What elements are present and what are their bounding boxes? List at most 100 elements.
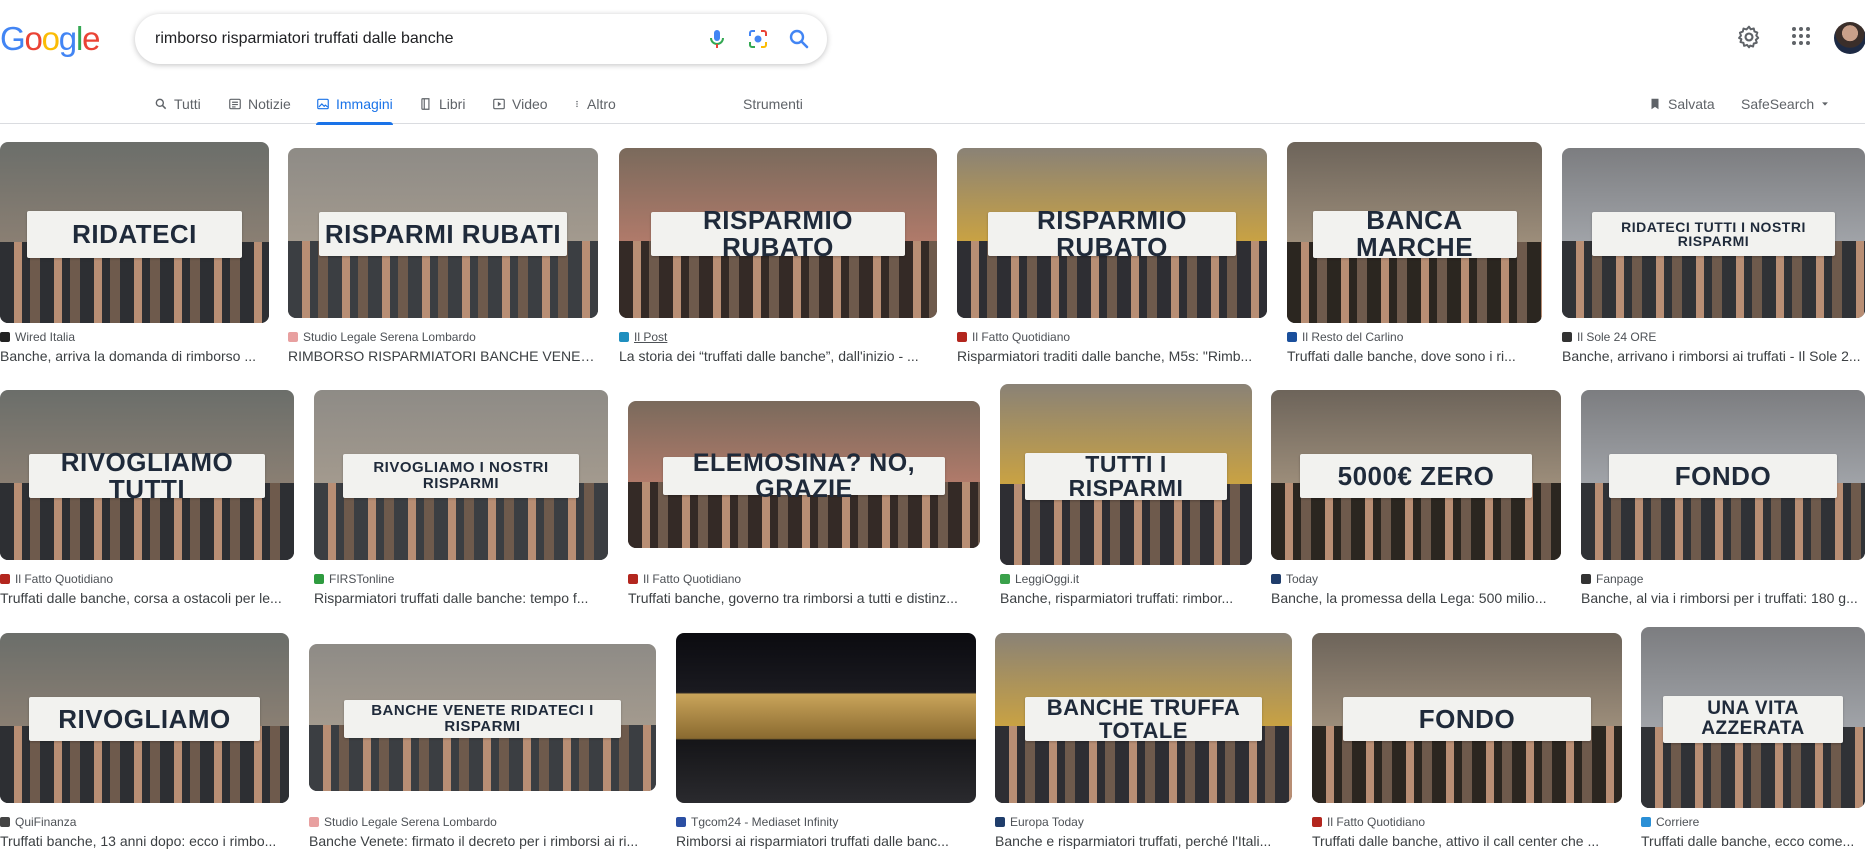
result-title-link[interactable]: Truffati dalle banche, attivo il call ce…: [1312, 833, 1622, 849]
result-title-link[interactable]: Banche e risparmiatori truffati, perché …: [995, 833, 1292, 849]
lens-camera-icon[interactable]: [746, 27, 770, 51]
protest-banner: BANCHE VENETE RIDATECI I RISPARMI: [343, 699, 622, 739]
result-thumbnail-image[interactable]: RIVOGLIAMO I NOSTRI RISPARMI: [314, 389, 608, 560]
result-thumbnail-image[interactable]: FONDO: [1312, 632, 1622, 803]
result-thumbnail-image[interactable]: RIDATECI TUTTI I NOSTRI RISPARMI: [1562, 147, 1865, 318]
source-name: Tgcom24 - Mediaset Infinity: [691, 815, 839, 829]
source-name: Fanpage: [1596, 572, 1644, 586]
result-thumbnail-image[interactable]: BANCHE TRUFFA TOTALE: [995, 632, 1292, 803]
tab-tutti[interactable]: Tutti: [154, 84, 201, 124]
result-title-link[interactable]: Truffati banche, governo tra rimborsi a …: [628, 590, 980, 606]
result-thumbnail-image[interactable]: UNA VITA AZZERATA: [1641, 627, 1865, 808]
source-name: QuiFinanza: [15, 815, 77, 829]
result-source[interactable]: Il Post: [619, 330, 667, 344]
protest-banner: FONDO: [1343, 697, 1591, 742]
tab-label: Immagini: [336, 96, 393, 112]
result-thumbnail-image[interactable]: BANCHE VENETE RIDATECI I RISPARMI: [309, 644, 656, 791]
result-thumbnail-image[interactable]: RISPARMI RUBATI: [288, 147, 598, 318]
source-name: Il Fatto Quotidiano: [972, 330, 1071, 344]
result-thumbnail-image[interactable]: 5000€ ZERO: [1271, 389, 1561, 560]
result-source[interactable]: Wired Italia: [0, 330, 75, 344]
result-source[interactable]: LeggiOggi.it: [1000, 572, 1079, 586]
tab-video[interactable]: Video: [492, 84, 548, 124]
result-title-link[interactable]: Rimborsi ai risparmiatori truffati dalle…: [676, 833, 976, 849]
safesearch-button[interactable]: SafeSearch: [1741, 84, 1830, 124]
result-title-link[interactable]: Truffati banche, 13 anni dopo: ecco i ri…: [0, 833, 289, 849]
result-title-link[interactable]: Risparmiatori traditi dalle banche, M5s:…: [957, 348, 1267, 364]
microphone-icon[interactable]: [705, 27, 729, 51]
site-favicon-icon: [1287, 332, 1297, 342]
result-title-link[interactable]: Banche, al via i rimborsi per i truffati…: [1581, 590, 1863, 606]
result-thumbnail-image[interactable]: [676, 632, 976, 803]
result-thumbnail-image[interactable]: TUTTI I RISPARMI: [1000, 384, 1252, 565]
apps-grid-icon[interactable]: [1789, 24, 1819, 54]
site-favicon-icon: [1581, 574, 1591, 584]
result-title-link[interactable]: Banche Venete: firmato il decreto per i …: [309, 833, 656, 849]
bookmark-icon: [1651, 98, 1659, 110]
result-source[interactable]: Il Resto del Carlino: [1287, 330, 1403, 344]
result-thumbnail-image[interactable]: FONDO: [1581, 389, 1865, 560]
play-icon: [493, 98, 505, 110]
site-favicon-icon: [0, 817, 10, 827]
result-source[interactable]: Il Fatto Quotidiano: [628, 572, 741, 586]
result-source[interactable]: Il Sole 24 ORE: [1562, 330, 1656, 344]
tab-notizie[interactable]: Notizie: [228, 84, 291, 124]
protest-banner: RIVOGLIAMO: [28, 697, 261, 742]
result-title-link[interactable]: Banche, arrivano i rimborsi ai truffati …: [1562, 348, 1863, 364]
result-title-link[interactable]: Banche, arriva la domanda di rimborso ..…: [0, 348, 269, 364]
result-title-link[interactable]: Banche, risparmiatori truffati: rimbor..…: [1000, 590, 1252, 606]
result-thumbnail-image[interactable]: RISPARMIO RUBATO: [957, 147, 1267, 318]
result-source[interactable]: Tgcom24 - Mediaset Infinity: [676, 815, 838, 829]
source-name: Wired Italia: [15, 330, 76, 344]
image-icon: [317, 98, 329, 110]
result-title-link[interactable]: Truffati dalle banche, ecco come...: [1641, 833, 1863, 849]
protest-banner: ELEMOSINA? NO, GRAZIE: [663, 450, 945, 502]
source-name: Europa Today: [1010, 815, 1084, 829]
result-source[interactable]: Fanpage: [1581, 572, 1643, 586]
result-thumbnail-image[interactable]: RIDATECI: [0, 142, 269, 323]
tab-altro[interactable]: Altro: [573, 84, 616, 124]
source-name: Il Fatto Quotidiano: [15, 572, 114, 586]
tab-libri[interactable]: Libri: [419, 84, 465, 124]
google-logo[interactable]: Google: [0, 20, 100, 58]
result-source[interactable]: Corriere: [1641, 815, 1699, 829]
tab-immagini[interactable]: Immagini: [316, 84, 393, 125]
result-title-link[interactable]: Truffati dalle banche, corsa a ostacoli …: [0, 590, 294, 606]
site-favicon-icon: [1312, 817, 1322, 827]
result-source[interactable]: FIRSTonline: [314, 572, 394, 586]
result-thumbnail-image[interactable]: BANCA MARCHE: [1287, 142, 1542, 323]
result-source[interactable]: QuiFinanza: [0, 815, 76, 829]
settings-gear-icon[interactable]: [1736, 24, 1766, 54]
more-vert-icon: [576, 100, 578, 108]
result-title-link[interactable]: Banche, la promessa della Lega: 500 mili…: [1271, 590, 1561, 606]
safesearch-label: SafeSearch: [1741, 96, 1815, 112]
result-source[interactable]: Il Fatto Quotidiano: [0, 572, 113, 586]
site-favicon-icon: [628, 574, 638, 584]
result-source[interactable]: Il Fatto Quotidiano: [1312, 815, 1425, 829]
result-source[interactable]: Studio Legale Serena Lombardo: [288, 330, 476, 344]
result-title-link[interactable]: Truffati dalle banche, dove sono i ri...: [1287, 348, 1542, 364]
result-title-link[interactable]: RIMBORSO RISPARMIATORI BANCHE VENET...: [288, 348, 598, 364]
tools-button[interactable]: Strumenti: [743, 84, 803, 124]
result-title-link[interactable]: La storia dei “truffati dalle banche”, d…: [619, 348, 937, 364]
source-name: Il Post: [634, 330, 668, 344]
result-thumbnail-image[interactable]: ELEMOSINA? NO, GRAZIE: [628, 401, 980, 548]
account-avatar[interactable]: [1834, 22, 1865, 54]
site-favicon-icon: [957, 332, 967, 342]
search-tabs: Tutti Notizie Immagini Libri Video Altro…: [0, 84, 1865, 125]
protest-banner: UNA VITA AZZERATA: [1663, 695, 1843, 743]
result-thumbnail-image[interactable]: RISPARMIO RUBATO: [619, 147, 937, 318]
result-thumbnail-image[interactable]: RIVOGLIAMO TUTTI: [0, 389, 294, 560]
saved-button[interactable]: Salvata: [1648, 84, 1715, 124]
result-source[interactable]: Today: [1271, 572, 1318, 586]
protest-banner: BANCA MARCHE: [1312, 206, 1517, 261]
protest-banner: RIVOGLIAMO TUTTI: [29, 448, 265, 503]
result-source[interactable]: Europa Today: [995, 815, 1084, 829]
result-title-link[interactable]: Risparmiatori truffati dalle banche: tem…: [314, 590, 608, 606]
search-input[interactable]: [155, 27, 675, 51]
site-favicon-icon: [1562, 332, 1572, 342]
search-icon[interactable]: [787, 27, 811, 51]
result-source[interactable]: Il Fatto Quotidiano: [957, 330, 1070, 344]
result-source[interactable]: Studio Legale Serena Lombardo: [309, 815, 497, 829]
result-thumbnail-image[interactable]: RIVOGLIAMO: [0, 632, 289, 803]
